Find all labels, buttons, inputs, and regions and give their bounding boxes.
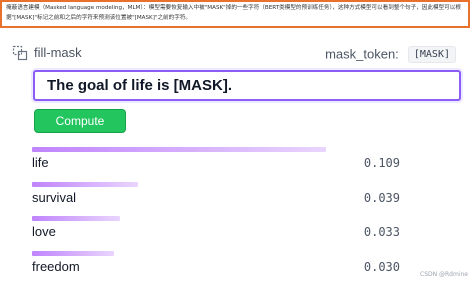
- result-score: 0.030: [363, 259, 400, 274]
- score-bar: [32, 181, 138, 187]
- inference-widget: fill-mask mask_token: [MASK] The goal of…: [0, 30, 474, 280]
- result-label: freedom: [32, 258, 80, 274]
- task-label: fill-mask: [34, 45, 82, 60]
- compute-button[interactable]: Compute: [34, 109, 126, 133]
- result-score: 0.033: [363, 225, 400, 239]
- result-row: life 0.109: [0, 146, 474, 180]
- score-bar: [32, 216, 120, 221]
- text-input[interactable]: The goal of life is [MASK].: [33, 70, 461, 101]
- result-score: 0.109: [363, 156, 400, 170]
- result-score: 0.039: [363, 190, 400, 205]
- result-row: love 0.033: [0, 215, 474, 249]
- score-bar: [32, 250, 114, 256]
- result-label: life: [32, 155, 49, 170]
- fill-mask-icon: [12, 45, 28, 61]
- mask-token-value: [MASK]: [407, 46, 456, 63]
- watermark: CSDN @Rdmine: [420, 271, 468, 278]
- result-row: freedom 0.030: [0, 250, 474, 284]
- result-label: love: [32, 224, 56, 239]
- score-bar: [32, 147, 326, 152]
- result-row: survival 0.039: [0, 181, 474, 215]
- mask-token-label: mask_token:: [325, 46, 399, 62]
- result-label: survival: [32, 189, 77, 205]
- annotation-note-text: 掩蔽语言建模（Masked language modeling，MLM）：模型需…: [6, 5, 461, 21]
- widget-header: fill-mask mask_token: [MASK]: [12, 44, 456, 64]
- mask-token-info: mask_token: [MASK]: [325, 44, 456, 63]
- annotation-note: 掩蔽语言建模（Masked language modeling，MLM）：模型需…: [0, 0, 470, 28]
- text-input-value: The goal of life is [MASK].: [47, 77, 233, 94]
